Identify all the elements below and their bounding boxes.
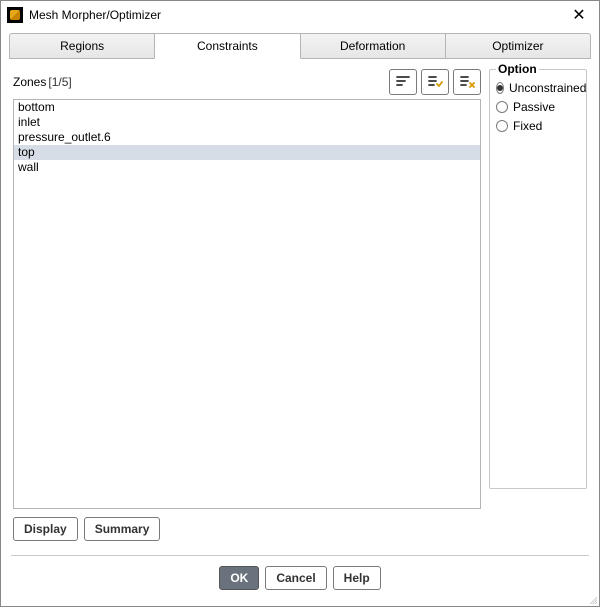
radio-unconstrained[interactable]: Unconstrained bbox=[496, 81, 580, 95]
window-title: Mesh Morpher/Optimizer bbox=[29, 8, 565, 22]
radio-icon bbox=[496, 82, 504, 94]
select-all-button[interactable] bbox=[421, 69, 449, 95]
tab-deformation[interactable]: Deformation bbox=[300, 33, 446, 59]
list-clear-icon bbox=[459, 74, 475, 90]
ok-button[interactable]: OK bbox=[219, 566, 259, 590]
radio-icon bbox=[496, 101, 508, 113]
zones-header: Zones [1/5] bbox=[13, 69, 481, 95]
list-item[interactable]: wall bbox=[14, 160, 480, 175]
radio-label: Passive bbox=[513, 100, 555, 114]
list-item[interactable]: bottom bbox=[14, 100, 480, 115]
resize-grip[interactable] bbox=[585, 592, 597, 604]
cancel-button[interactable]: Cancel bbox=[265, 566, 326, 590]
display-button[interactable]: Display bbox=[13, 517, 78, 541]
list-item[interactable]: top bbox=[14, 145, 480, 160]
radio-icon bbox=[496, 120, 508, 132]
option-title: Option bbox=[496, 62, 539, 76]
filter-list-button[interactable] bbox=[389, 69, 417, 95]
app-icon bbox=[7, 7, 23, 23]
close-button[interactable]: ✕ bbox=[565, 5, 593, 25]
radio-fixed[interactable]: Fixed bbox=[496, 119, 580, 133]
radio-label: Fixed bbox=[513, 119, 542, 133]
titlebar: Mesh Morpher/Optimizer ✕ bbox=[1, 1, 599, 29]
radio-passive[interactable]: Passive bbox=[496, 100, 580, 114]
tab-row: Regions Constraints Deformation Optimize… bbox=[9, 33, 591, 59]
list-item[interactable]: inlet bbox=[14, 115, 480, 130]
list-check-icon bbox=[427, 74, 443, 90]
list-lines-icon bbox=[395, 74, 411, 90]
tab-optimizer[interactable]: Optimizer bbox=[445, 33, 591, 59]
tab-constraints[interactable]: Constraints bbox=[154, 33, 300, 59]
zones-count: [1/5] bbox=[48, 75, 71, 89]
zones-listbox[interactable]: bottom inlet pressure_outlet.6 top wall bbox=[13, 99, 481, 509]
deselect-all-button[interactable] bbox=[453, 69, 481, 95]
footer: OK Cancel Help bbox=[1, 556, 599, 600]
option-group: Option Unconstrained Passive Fixed bbox=[489, 69, 587, 489]
list-item[interactable]: pressure_outlet.6 bbox=[14, 130, 480, 145]
tab-regions[interactable]: Regions bbox=[9, 33, 155, 59]
radio-label: Unconstrained bbox=[509, 81, 586, 95]
zones-label: Zones bbox=[13, 75, 46, 89]
summary-button[interactable]: Summary bbox=[84, 517, 161, 541]
help-button[interactable]: Help bbox=[333, 566, 381, 590]
tab-content: Zones [1/5] bbox=[9, 58, 591, 547]
